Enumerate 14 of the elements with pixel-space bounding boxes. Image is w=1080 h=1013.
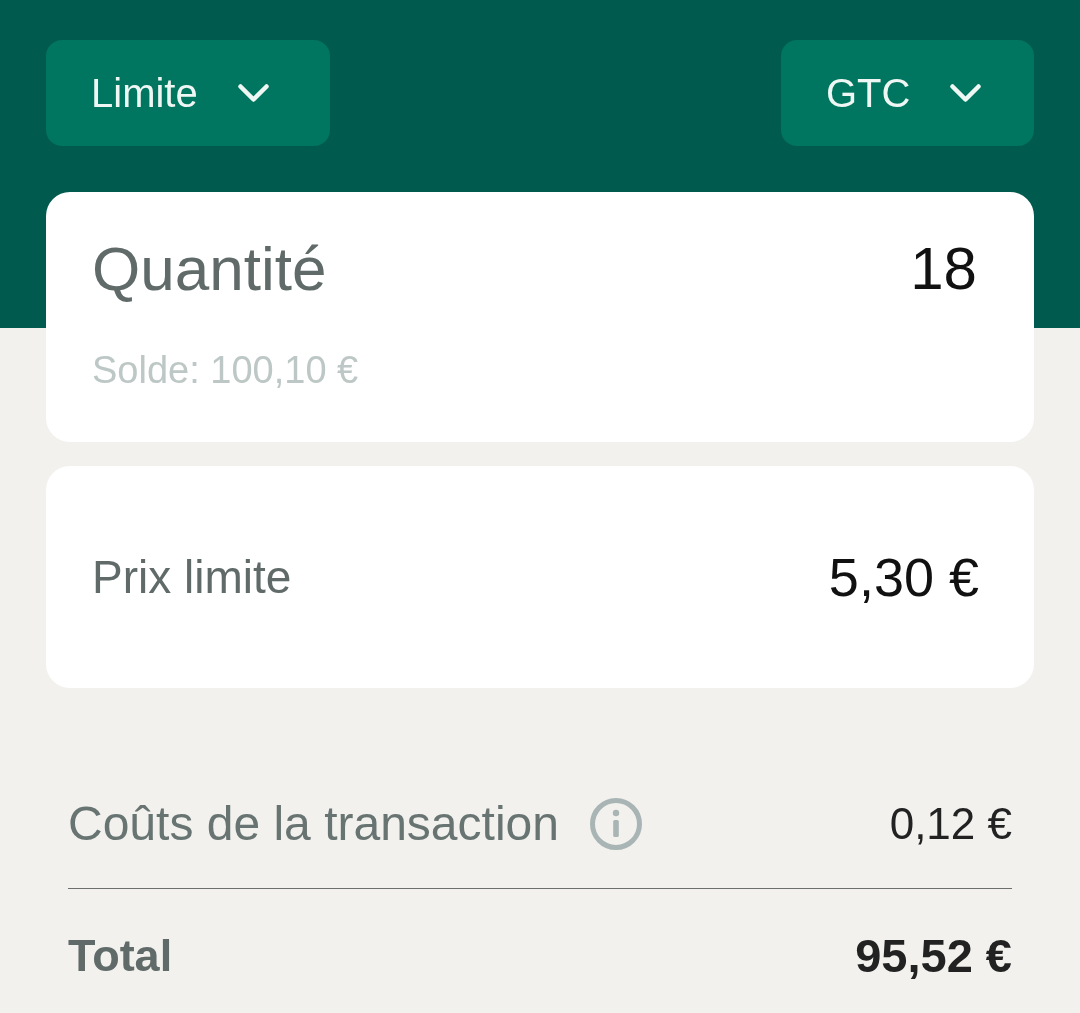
chevron-down-icon [237,84,269,102]
limit-price-label: Prix limite [92,550,292,605]
fee-value: 0,12 € [889,798,1012,850]
chevron-down-icon [950,84,982,102]
total-value: 95,52 € [855,929,1012,983]
fee-label: Coûts de la transaction [68,797,559,851]
dropdown-button[interactable]: GTC [781,40,1034,146]
total-label: Total [68,929,173,983]
balance-text: Solde: 100,10 € [92,348,359,393]
limit-price-input[interactable]: 5,30 € [828,546,979,608]
quantity-input[interactable]: 18 [910,233,977,305]
dropdown-button[interactable]: Limite [46,40,330,146]
info-icon[interactable] [589,798,642,850]
quantity-label: Quantité [92,233,327,305]
